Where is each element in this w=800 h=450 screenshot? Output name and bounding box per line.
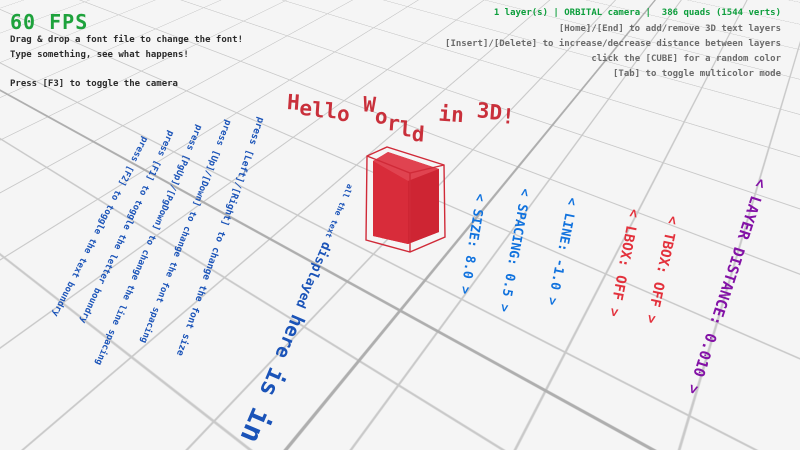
ground-main-text-part: displayed: [289, 239, 333, 317]
ground-main-text-part: here: [266, 311, 309, 372]
help-cube-color: click the [CUBE] for a random color: [591, 54, 781, 64]
help-layers: [Home]/[End] to add/remove 3D text layer…: [559, 24, 781, 34]
wavy-letter: d: [411, 122, 425, 147]
tip-toggle-camera: Press [F3] to toggle the camera: [10, 79, 178, 89]
fps-counter: 60 FPS: [10, 10, 88, 34]
ground-main-text-part: all the text: [322, 183, 355, 244]
help-multicolor: [Tab] to toggle multicolor mode: [613, 69, 781, 79]
tip-drag-drop: Drag & drop a font file to change the fo…: [10, 35, 243, 45]
help-layer-distance: [Insert]/[Delete] to increase/decrease d…: [445, 39, 781, 49]
wavy-letter: [463, 102, 477, 127]
tip-type-something: Type something, see what happens!: [10, 50, 189, 60]
text3d-demo-window: press [F2] to toggle the text boundry pr…: [0, 0, 800, 450]
wavy-letter: !: [501, 104, 515, 129]
status-line: 1 layer(s) | ORBITAL camera | 386 quads …: [494, 8, 781, 18]
cube-right-face[interactable]: [408, 169, 439, 244]
wavy-letter: o: [336, 102, 350, 127]
